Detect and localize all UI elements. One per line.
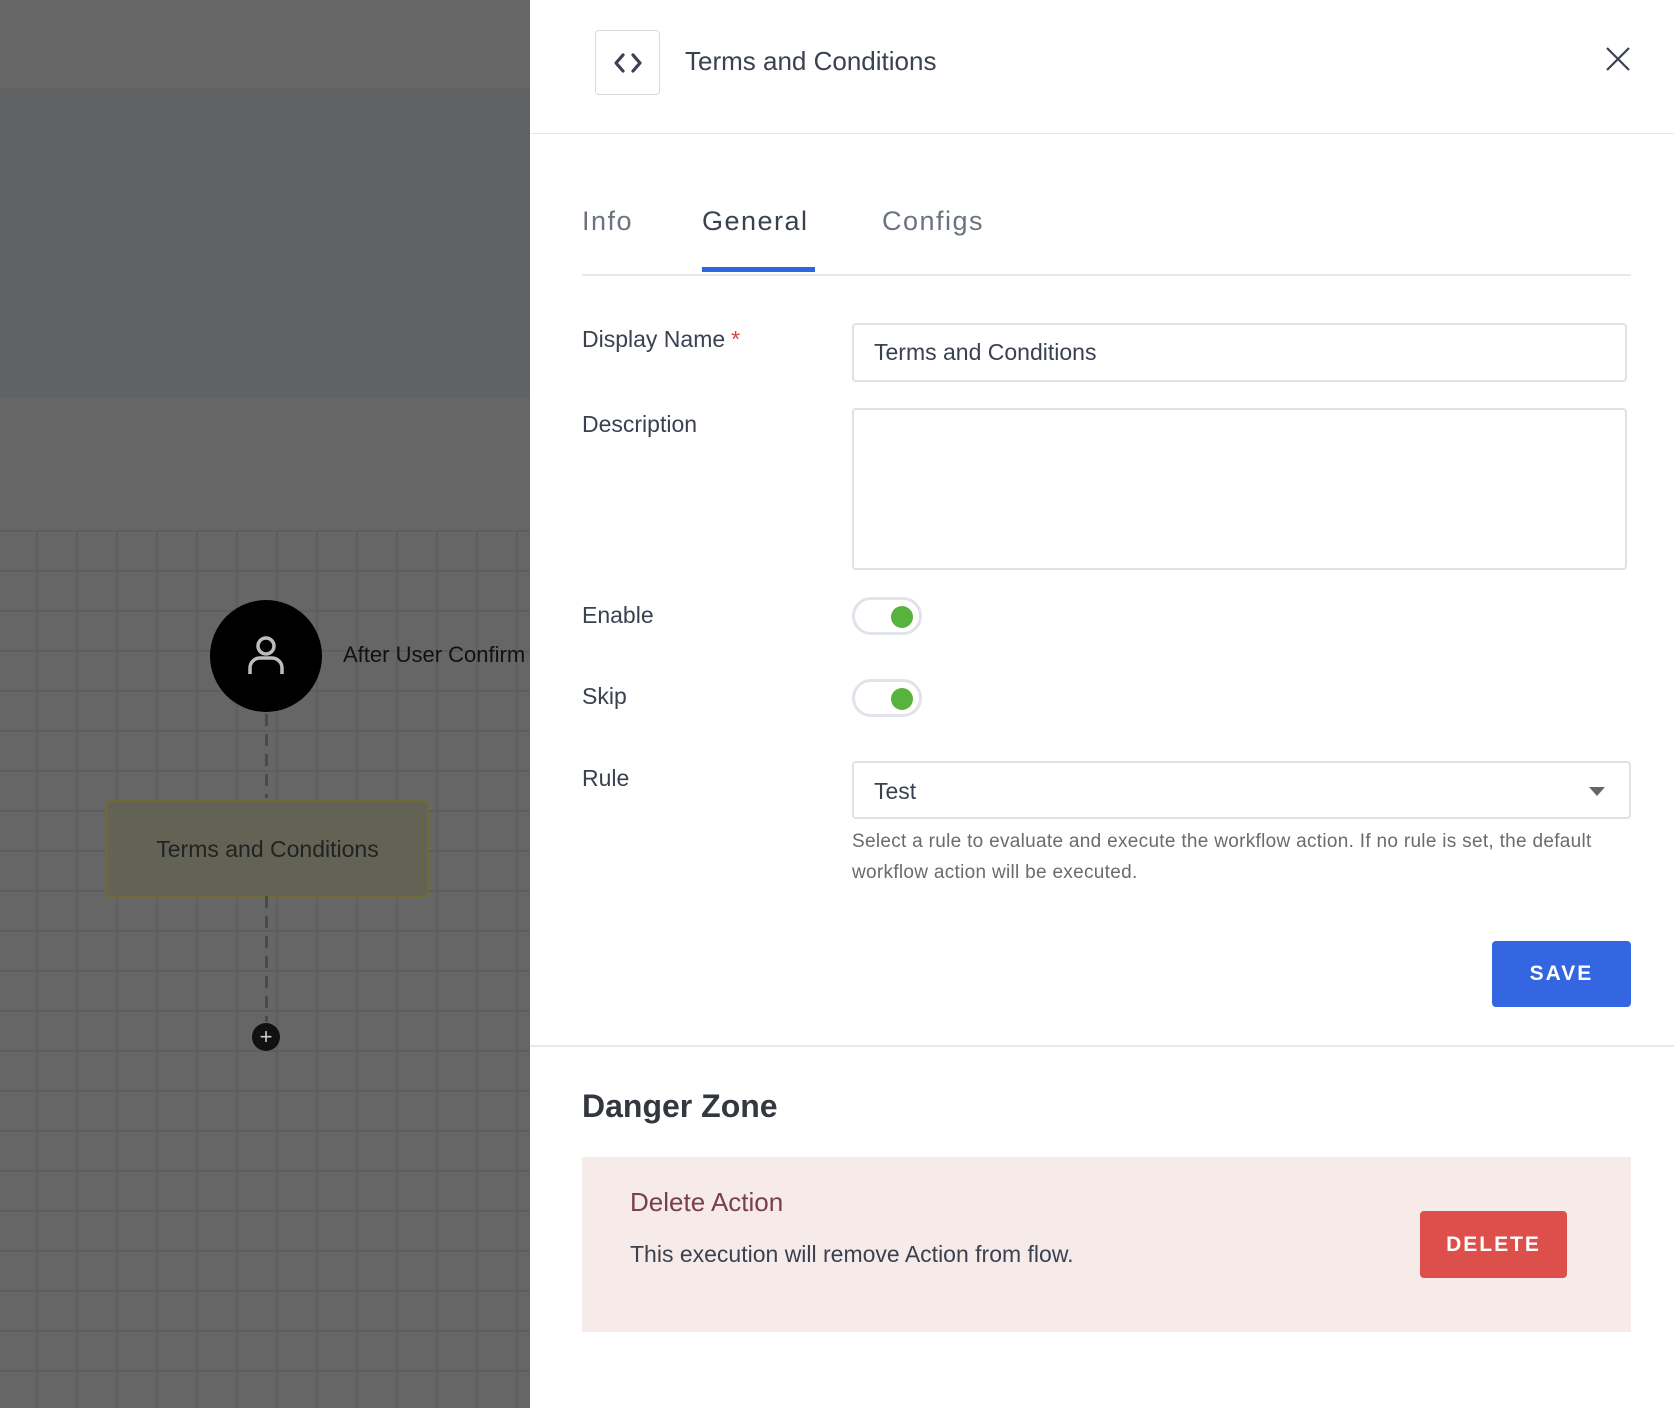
user-icon (248, 636, 284, 674)
connector-line (265, 896, 268, 1022)
action-settings-drawer: Terms and Conditions Info General Config… (530, 0, 1674, 1408)
toggle-knob (891, 688, 913, 710)
toggle-knob (891, 606, 913, 628)
description-textarea[interactable] (852, 408, 1627, 570)
delete-action-title: Delete Action (630, 1187, 784, 1217)
rule-select-value: Test (874, 778, 917, 804)
delete-button[interactable]: DELETE (1420, 1211, 1567, 1278)
rule-label: Rule (582, 765, 630, 791)
required-marker: * (731, 326, 741, 352)
connector-line (265, 714, 268, 798)
trigger-node-label: After User Confirm (343, 642, 526, 667)
action-node[interactable]: Terms and Conditions (106, 800, 429, 898)
tab-info[interactable]: Info (582, 206, 633, 237)
close-button[interactable] (1604, 45, 1632, 73)
chevron-down-icon (1589, 787, 1605, 796)
add-step-button[interactable]: + (252, 1023, 280, 1051)
rule-help-text: Select a rule to evaluate and execute th… (852, 831, 1592, 883)
drawer-header: Terms and Conditions (530, 0, 1674, 134)
danger-zone-card: Delete Action This execution will remove… (582, 1157, 1631, 1332)
workflow-canvas[interactable]: After User Confirm Terms and Conditions … (0, 0, 530, 1408)
active-tab-indicator (702, 267, 815, 272)
delete-action-description: This execution will remove Action from f… (630, 1241, 1074, 1267)
action-type-badge (595, 30, 660, 95)
skip-toggle[interactable] (852, 679, 922, 717)
danger-zone-title: Danger Zone (582, 1088, 778, 1124)
section-divider (530, 1045, 1674, 1047)
description-label: Description (582, 411, 698, 437)
display-name-input[interactable] (852, 323, 1627, 382)
action-node-label: Terms and Conditions (156, 835, 379, 862)
plus-icon: + (259, 1024, 273, 1049)
canvas-toolbar (0, 0, 530, 88)
tab-general[interactable]: General (702, 206, 809, 237)
tab-bar: Info General Configs (582, 190, 1631, 276)
enable-label: Enable (582, 602, 654, 628)
enable-toggle[interactable] (852, 597, 922, 635)
drawer-title: Terms and Conditions (685, 46, 937, 76)
rule-select[interactable]: Test (852, 761, 1631, 819)
skip-label: Skip (582, 683, 627, 709)
save-button[interactable]: SAVE (1492, 941, 1631, 1007)
trigger-node[interactable] (210, 600, 322, 712)
canvas-header-band (0, 88, 530, 398)
code-icon (613, 52, 642, 73)
close-icon (1606, 47, 1630, 71)
display-name-label: Display Name * (582, 326, 740, 353)
display-name-label-text: Display Name (582, 326, 726, 352)
tab-configs[interactable]: Configs (882, 206, 984, 237)
